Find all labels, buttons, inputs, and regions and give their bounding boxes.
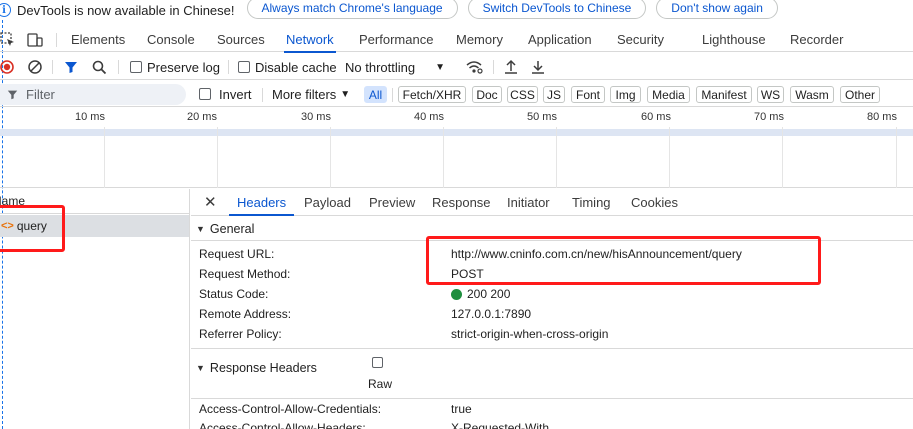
chip-all[interactable]: All [364, 86, 387, 103]
filter-row: Filter Invert More filters ▼ All Fetch/X… [0, 82, 913, 107]
chevron-down-icon: ▼ [340, 88, 351, 100]
close-icon[interactable]: ✕ [204, 189, 217, 215]
chip-fetch-xhr[interactable]: Fetch/XHR [398, 86, 466, 103]
record-icon[interactable] [0, 54, 16, 80]
chip-js[interactable]: JS [543, 86, 565, 103]
tab-performance[interactable]: Performance [359, 28, 433, 52]
switch-language-button[interactable]: Switch DevTools to Chinese [467, 0, 647, 19]
timeline-tick: 40 ms [414, 111, 444, 123]
inspect-element-icon[interactable] [0, 32, 16, 48]
tab-console[interactable]: Console [147, 28, 195, 52]
tab-network[interactable]: Network [284, 28, 336, 53]
timeline-tick: 70 ms [754, 111, 784, 123]
search-icon[interactable] [92, 54, 107, 80]
info-icon: i [0, 3, 11, 17]
export-har-icon[interactable] [531, 54, 545, 80]
timeline-overview[interactable]: 10 ms 20 ms 30 ms 40 ms 50 ms 60 ms 70 m… [0, 108, 913, 188]
tab-memory[interactable]: Memory [456, 28, 503, 52]
response-headers-section-header[interactable]: ▼ Response Headers [191, 358, 913, 378]
network-conditions-icon[interactable] [465, 54, 483, 80]
status-dot-icon [451, 288, 462, 300]
chip-css[interactable]: CSS [507, 86, 538, 103]
tab-headers[interactable]: Headers [228, 189, 295, 216]
annotation-box-url-method [426, 236, 821, 285]
triangle-down-icon: ▼ [196, 363, 205, 373]
chip-doc[interactable]: Doc [472, 86, 502, 103]
tab-timing[interactable]: Timing [572, 189, 611, 215]
preserve-log-checkbox[interactable]: Preserve log [130, 54, 220, 80]
referrer-policy-key: Referrer Policy: [199, 327, 282, 341]
status-code-value: 200 200 [451, 284, 510, 304]
timeline-tick: 10 ms [75, 111, 105, 123]
remote-address-key: Remote Address: [199, 307, 292, 321]
more-filters-label: More filters [272, 86, 337, 102]
chip-img[interactable]: Img [610, 86, 641, 103]
tab-initiator[interactable]: Initiator [507, 189, 550, 215]
referrer-policy-value: strict-origin-when-cross-origin [451, 327, 609, 341]
device-toolbar-icon[interactable] [26, 32, 44, 48]
filter-input[interactable]: Filter [0, 84, 186, 105]
throttling-select[interactable]: No throttling ▼ [345, 54, 449, 80]
tab-response[interactable]: Response [432, 189, 491, 215]
remote-address-value: 127.0.0.1:7890 [451, 307, 532, 321]
chip-other[interactable]: Other [840, 86, 880, 103]
chip-font[interactable]: Font [571, 86, 605, 103]
acac-key: Access-Control-Allow-Credentials: [199, 402, 382, 416]
disable-cache-label: Disable cache [255, 59, 337, 75]
tab-elements[interactable]: Elements [71, 28, 125, 52]
acac-value: true [451, 402, 472, 416]
invert-checkbox[interactable]: Invert [199, 81, 252, 107]
raw-label: Raw [368, 377, 393, 391]
import-har-icon[interactable] [504, 54, 518, 80]
timeline-band [0, 129, 913, 136]
chip-manifest[interactable]: Manifest [696, 86, 752, 103]
tab-cookies[interactable]: Cookies [631, 189, 678, 215]
timeline-tick: 50 ms [527, 111, 557, 123]
response-headers-title: Response Headers [209, 361, 317, 375]
invert-label: Invert [219, 86, 252, 102]
request-method-key: Request Method: [199, 267, 291, 281]
timeline-tick: 20 ms [187, 111, 217, 123]
detail-tab-bar: ✕ Headers Payload Preview Response Initi… [191, 189, 913, 216]
acah-key: Access-Control-Allow-Headers: [199, 421, 366, 429]
timeline-tick: 60 ms [641, 111, 671, 123]
request-url-key: Request URL: [199, 247, 275, 261]
timeline-tick: 80 ms [867, 111, 897, 123]
throttling-value: No throttling [345, 59, 416, 75]
chip-media[interactable]: Media [647, 86, 690, 103]
raw-checkbox[interactable] [372, 357, 383, 368]
tab-sources[interactable]: Sources [217, 28, 265, 52]
network-toolbar: Preserve log Disable cache No throttling… [0, 54, 913, 80]
acah-value: X-Requested-With [451, 421, 550, 429]
match-language-button[interactable]: Always match Chrome's language [246, 0, 458, 19]
timeline-tick: 30 ms [301, 111, 331, 123]
dont-show-again-button[interactable]: Don't show again [656, 0, 778, 19]
language-infobar: i DevTools is now available in Chinese! … [0, 0, 913, 20]
tab-payload[interactable]: Payload [304, 189, 351, 215]
filter-funnel-icon [7, 89, 18, 100]
clear-icon[interactable] [27, 54, 43, 80]
filter-icon[interactable] [64, 54, 78, 80]
tab-security[interactable]: Security [617, 28, 664, 52]
annotation-box-query [0, 205, 65, 252]
general-title: General [209, 222, 255, 236]
chip-wasm[interactable]: Wasm [790, 86, 834, 103]
more-filters-dropdown[interactable]: More filters ▼ [272, 81, 350, 107]
chevron-down-icon: ▼ [435, 61, 445, 73]
status-code-key: Status Code: [199, 287, 269, 301]
tab-application[interactable]: Application [528, 28, 592, 52]
disable-cache-checkbox[interactable]: Disable cache [238, 54, 337, 80]
preserve-log-label: Preserve log [147, 59, 220, 75]
infobar-text: DevTools is now available in Chinese! [17, 2, 235, 18]
tab-preview[interactable]: Preview [369, 189, 415, 215]
triangle-down-icon: ▼ [196, 224, 205, 234]
chip-ws[interactable]: WS [757, 86, 784, 103]
tab-lighthouse[interactable]: Lighthouse [702, 28, 766, 52]
main-tab-bar: Elements Console Sources Network Perform… [0, 28, 913, 53]
filter-placeholder: Filter [26, 87, 55, 102]
tab-recorder[interactable]: Recorder [790, 28, 843, 52]
